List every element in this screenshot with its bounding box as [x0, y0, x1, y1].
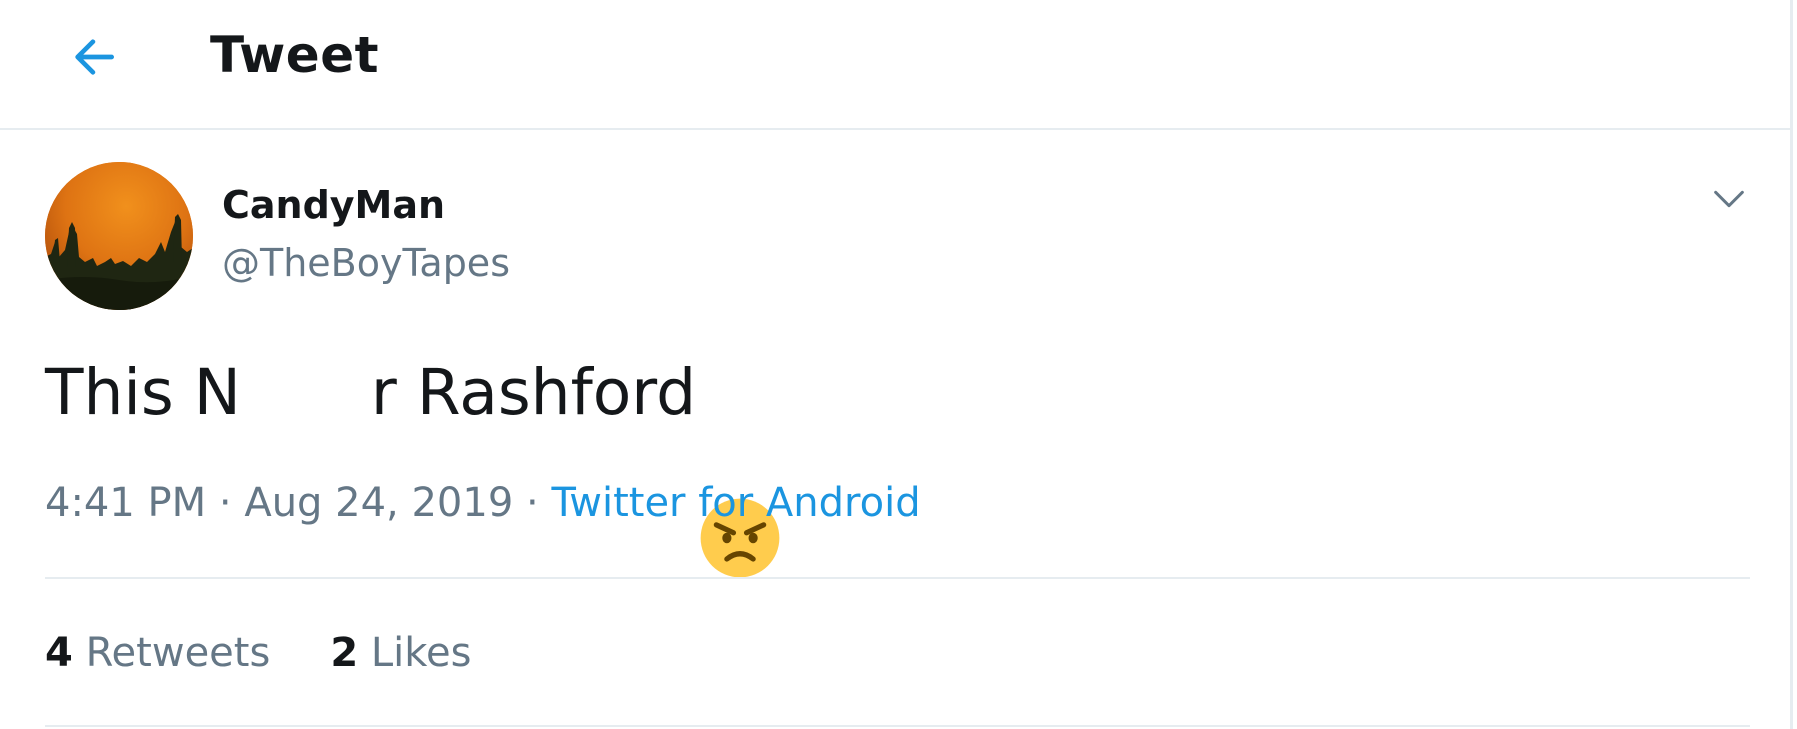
- meta-separator: ·: [218, 480, 232, 526]
- tweet-text: This N r Rashford: [45, 350, 782, 578]
- meta-separator: ·: [526, 480, 539, 526]
- page-header: Tweet: [0, 0, 1790, 130]
- tweet-date[interactable]: Aug 24, 2019: [244, 480, 513, 526]
- angry-face-emoji: [698, 350, 782, 578]
- likes-count: 2: [330, 630, 359, 676]
- divider: [45, 577, 1750, 579]
- tweet-text-part-1: This N: [45, 355, 241, 429]
- tweet-options-button[interactable]: [1700, 170, 1758, 228]
- column-border: [1790, 0, 1793, 729]
- author-display-name[interactable]: CandyMan: [222, 183, 445, 227]
- avatar[interactable]: [45, 162, 193, 310]
- retweets-label: Retweets: [85, 630, 271, 676]
- tweet-stats: 4 Retweets 2 Likes: [45, 630, 471, 676]
- divider: [45, 725, 1750, 727]
- tweet-page: Tweet CandyMan @TheBoyTapes This N r Ras…: [0, 0, 1797, 729]
- back-button[interactable]: [58, 22, 128, 92]
- likes-stat[interactable]: 2 Likes: [330, 630, 471, 676]
- tweet-source-link[interactable]: Twitter for Android: [551, 480, 920, 526]
- likes-label: Likes: [370, 630, 472, 676]
- avatar-image: [45, 162, 193, 310]
- page-title: Tweet: [210, 26, 380, 84]
- tweet-text-part-2: r Rashford: [370, 355, 697, 429]
- tweet-time[interactable]: 4:41 PM: [45, 480, 206, 526]
- author-handle[interactable]: @TheBoyTapes: [222, 241, 510, 285]
- tweet-meta: 4:41 PM · Aug 24, 2019 · Twitter for And…: [45, 480, 921, 526]
- arrow-left-icon: [75, 39, 114, 75]
- retweets-count: 4: [45, 630, 73, 676]
- chevron-down-icon: [1714, 190, 1744, 208]
- retweets-stat[interactable]: 4 Retweets: [45, 630, 270, 676]
